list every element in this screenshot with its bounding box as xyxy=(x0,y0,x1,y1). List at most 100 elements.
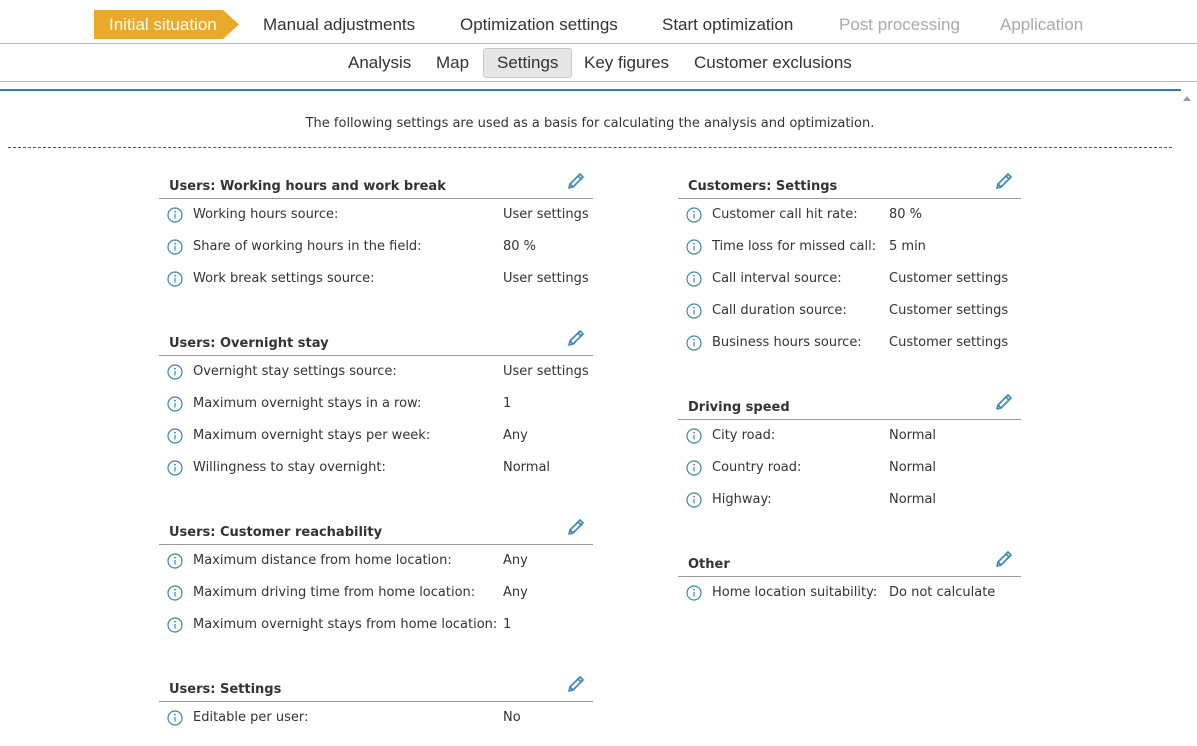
setting-label: Call duration source: xyxy=(712,303,847,318)
info-icon[interactable] xyxy=(167,585,183,601)
section-driving-speed: Driving speed City road: Normal Country … xyxy=(678,391,1021,516)
info-icon[interactable] xyxy=(167,364,183,380)
section-title: Users: Settings xyxy=(169,682,282,697)
section-title: Customers: Settings xyxy=(688,179,838,194)
info-icon[interactable] xyxy=(167,396,183,412)
info-icon[interactable] xyxy=(167,460,183,476)
setting-label: Business hours source: xyxy=(712,335,862,350)
pencil-icon[interactable] xyxy=(565,673,587,695)
setting-row: Time loss for missed call: 5 min xyxy=(678,231,1021,263)
setting-row: Maximum driving time from home location:… xyxy=(159,577,593,609)
info-icon[interactable] xyxy=(167,553,183,569)
setting-row: Maximum overnight stays per week: Any xyxy=(159,420,593,452)
tab-key-figures[interactable]: Key figures xyxy=(584,48,669,78)
setting-value: Any xyxy=(503,553,528,568)
setting-row: Work break settings source: User setting… xyxy=(159,263,593,295)
setting-label: Working hours source: xyxy=(193,207,339,222)
info-icon[interactable] xyxy=(686,303,702,319)
section-header: Users: Overnight stay xyxy=(159,327,593,356)
info-icon[interactable] xyxy=(167,207,183,223)
setting-value: User settings xyxy=(503,271,589,286)
tab-settings[interactable]: Settings xyxy=(483,48,573,78)
info-icon[interactable] xyxy=(686,428,702,444)
info-icon[interactable] xyxy=(686,460,702,476)
info-icon[interactable] xyxy=(167,239,183,255)
setting-row: Editable per user: No xyxy=(159,702,593,734)
scroll-up-arrow-icon[interactable] xyxy=(1183,96,1191,101)
setting-row: Business hours source: Customer settings xyxy=(678,327,1021,359)
section-header: Customers: Settings xyxy=(678,170,1021,199)
setting-label: Time loss for missed call: xyxy=(712,239,877,254)
setting-value: 80 % xyxy=(503,239,537,254)
info-icon[interactable] xyxy=(686,239,702,255)
setting-value: No xyxy=(503,710,521,725)
info-icon[interactable] xyxy=(686,271,702,287)
setting-row: Maximum overnight stays from home locati… xyxy=(159,609,593,641)
step-initial-situation[interactable]: Initial situation xyxy=(94,10,239,39)
setting-label: Editable per user: xyxy=(193,710,309,725)
setting-value: Normal xyxy=(503,460,551,475)
section-title: Driving speed xyxy=(688,400,790,415)
setting-value: User settings xyxy=(503,364,589,379)
setting-label: Highway: xyxy=(712,492,772,507)
setting-value: 1 xyxy=(503,617,512,632)
setting-row: Working hours source: User settings xyxy=(159,199,593,231)
info-icon[interactable] xyxy=(167,271,183,287)
setting-label: Maximum distance from home location: xyxy=(193,553,452,568)
setting-row: Home location suitability: Do not calcul… xyxy=(678,577,1021,609)
step-application: Application xyxy=(1000,15,1084,34)
section-working-hours: Users: Working hours and work break Work… xyxy=(159,170,593,295)
setting-row: City road: Normal xyxy=(678,420,1021,452)
setting-row: Maximum distance from home location: Any xyxy=(159,545,593,577)
pencil-icon[interactable] xyxy=(993,391,1015,413)
tab-map[interactable]: Map xyxy=(436,48,469,78)
info-icon[interactable] xyxy=(167,428,183,444)
setting-value: Normal xyxy=(889,492,937,507)
setting-row: Call duration source: Customer settings xyxy=(678,295,1021,327)
tab-customer-exclusions[interactable]: Customer exclusions xyxy=(694,48,852,78)
setting-label: Customer call hit rate: xyxy=(712,207,858,222)
section-header: Users: Settings xyxy=(159,673,593,702)
section-header: Driving speed xyxy=(678,391,1021,420)
setting-label: Call interval source: xyxy=(712,271,842,286)
step-optimization-settings[interactable]: Optimization settings xyxy=(460,10,618,39)
setting-value: 1 xyxy=(503,396,512,411)
info-icon[interactable] xyxy=(167,710,183,726)
pencil-icon[interactable] xyxy=(993,170,1015,192)
setting-label: Maximum driving time from home location: xyxy=(193,585,476,600)
sub-tabs: Analysis Map Settings Key figures Custom… xyxy=(0,44,1197,82)
setting-label: City road: xyxy=(712,428,776,443)
setting-value: 80 % xyxy=(889,207,923,222)
step-start-optimization[interactable]: Start optimization xyxy=(662,10,793,39)
setting-label: Home location suitability: xyxy=(712,585,878,600)
setting-label: Overnight stay settings source: xyxy=(193,364,397,379)
info-icon[interactable] xyxy=(686,585,702,601)
pencil-icon[interactable] xyxy=(993,548,1015,570)
setting-row: Call interval source: Customer settings xyxy=(678,263,1021,295)
setting-label: Maximum overnight stays in a row: xyxy=(193,396,422,411)
setting-row: Highway: Normal xyxy=(678,484,1021,516)
setting-value: Any xyxy=(503,585,528,600)
pencil-icon[interactable] xyxy=(565,327,587,349)
section-title: Users: Overnight stay xyxy=(169,336,329,351)
setting-row: Willingness to stay overnight: Normal xyxy=(159,452,593,484)
info-icon[interactable] xyxy=(686,492,702,508)
step-manual-adjustments[interactable]: Manual adjustments xyxy=(263,10,415,39)
section-customer-settings: Customers: Settings Customer call hit ra… xyxy=(678,170,1021,359)
setting-label: Country road: xyxy=(712,460,802,475)
section-header: Other xyxy=(678,548,1021,577)
step-post-processing: Post processing xyxy=(839,15,960,34)
intro-text: The following settings are used as a bas… xyxy=(305,116,875,131)
info-icon[interactable] xyxy=(686,207,702,223)
info-icon[interactable] xyxy=(167,617,183,633)
tab-analysis[interactable]: Analysis xyxy=(348,48,411,78)
section-header: Users: Working hours and work break xyxy=(159,170,593,199)
setting-value: Any xyxy=(503,428,528,443)
section-title: Other xyxy=(688,557,730,572)
dashed-divider xyxy=(8,147,1172,148)
setting-value: Customer settings xyxy=(889,335,1009,350)
pencil-icon[interactable] xyxy=(565,516,587,538)
workflow-steps: Initial situation Manual adjustments Opt… xyxy=(0,0,1197,44)
pencil-icon[interactable] xyxy=(565,170,587,192)
info-icon[interactable] xyxy=(686,335,702,351)
